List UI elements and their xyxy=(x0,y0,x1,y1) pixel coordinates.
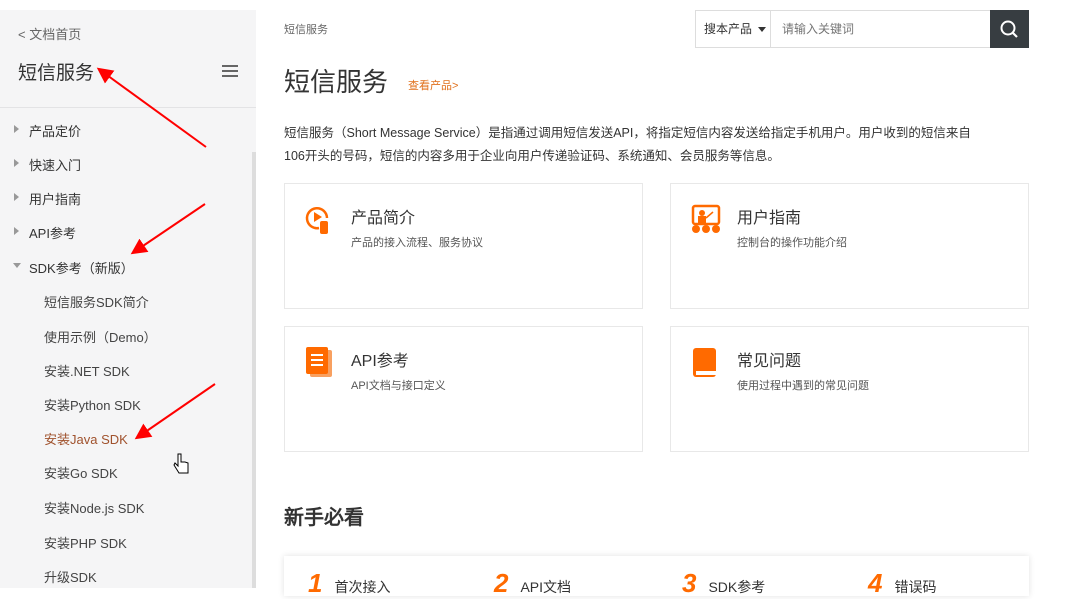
step-first-access[interactable]: 1 首次接入 xyxy=(308,568,390,599)
description-line: 短信服务（Short Message Service）是指通过调用短信发送API… xyxy=(284,126,971,140)
card-user-guide[interactable]: 用户指南 控制台的操作功能介绍 xyxy=(670,183,1029,309)
sidebar-subitem-php[interactable]: 安装PHP SDK xyxy=(44,533,127,552)
sidebar-scrollbar[interactable] xyxy=(252,152,256,588)
caret-right-icon xyxy=(14,193,19,201)
card-product-intro[interactable]: 产品简介 产品的接入流程、服务协议 xyxy=(284,183,643,309)
search-scope-select[interactable]: 搜本产品 xyxy=(696,11,771,47)
sidebar-item-label: SDK参考（新版） xyxy=(29,261,134,276)
chevron-down-icon xyxy=(758,27,767,33)
page-title: 短信服务 xyxy=(284,67,389,97)
sidebar-title: 短信服务 xyxy=(18,63,95,84)
card-faq[interactable]: 常见问题 使用过程中遇到的常见问题 xyxy=(670,326,1029,452)
sidebar-item-label: API参考 xyxy=(29,226,76,241)
search-input[interactable] xyxy=(772,11,990,47)
search-icon xyxy=(1000,20,1018,38)
card-title: API参考 xyxy=(351,353,409,370)
step-label: 首次接入 xyxy=(334,579,391,595)
sidebar-subitem-python[interactable]: 安装Python SDK xyxy=(44,395,141,414)
card-desc: 使用过程中遇到的常见问题 xyxy=(737,380,869,392)
card-title: 常见问题 xyxy=(737,353,802,370)
sidebar-subitem-java[interactable]: 安装Java SDK xyxy=(44,429,128,448)
step-label: SDK参考 xyxy=(708,579,766,595)
sidebar-item-label: 用户指南 xyxy=(29,192,82,207)
description-line: 106开头的号码，短信的内容多用于企业向用户传递验证码、系统通知、会员服务等信息… xyxy=(284,149,780,163)
caret-right-icon xyxy=(14,227,19,235)
sidebar: < 文档首页 短信服务 产品定价 快速入门 用户指南 API参考 SDK参考（新… xyxy=(0,10,256,588)
sidebar-subitem-dotnet[interactable]: 安装.NET SDK xyxy=(44,361,130,380)
view-product-link[interactable]: 查看产品> xyxy=(408,77,458,93)
menu-icon[interactable] xyxy=(222,65,238,77)
step-number: 2 xyxy=(494,568,509,598)
step-api-docs[interactable]: 2 API文档 xyxy=(494,568,571,599)
card-desc: 产品的接入流程、服务协议 xyxy=(351,237,483,249)
sidebar-subitem-demo[interactable]: 使用示例（Demo） xyxy=(44,327,157,346)
section-title: 新手必看 xyxy=(284,507,364,529)
step-error-codes[interactable]: 4 错误码 xyxy=(868,568,936,599)
caret-right-icon xyxy=(14,159,19,167)
card-title: 产品简介 xyxy=(351,210,416,227)
sidebar-item-label: 产品定价 xyxy=(29,124,82,139)
play-touch-icon xyxy=(305,206,329,234)
divider xyxy=(0,107,256,108)
card-title: 用户指南 xyxy=(737,210,802,227)
book-icon xyxy=(693,348,716,377)
getting-started-steps: 1 首次接入 2 API文档 3 SDK参考 4 错误码 xyxy=(284,556,1029,599)
card-api-reference[interactable]: API参考 API文档与接口定义 xyxy=(284,326,643,452)
caret-down-icon xyxy=(13,263,21,268)
presentation-icon xyxy=(691,204,721,233)
breadcrumb[interactable]: 短信服务 xyxy=(284,21,328,37)
step-label: 错误码 xyxy=(894,579,937,595)
sidebar-subitem-sdk-intro[interactable]: 短信服务SDK简介 xyxy=(44,292,149,311)
step-number: 1 xyxy=(308,568,323,598)
step-label: API文档 xyxy=(520,579,572,595)
search-bar: 搜本产品 xyxy=(695,10,1029,48)
search-scope-label: 搜本产品 xyxy=(704,22,753,36)
back-to-docs-link[interactable]: < 文档首页 xyxy=(18,24,81,43)
sidebar-subitem-nodejs[interactable]: 安装Node.js SDK xyxy=(44,498,144,517)
document-icon xyxy=(306,347,332,377)
caret-right-icon xyxy=(14,125,19,133)
card-desc: 控制台的操作功能介绍 xyxy=(737,237,847,249)
sidebar-subitem-upgrade[interactable]: 升级SDK xyxy=(44,567,97,586)
search-button[interactable] xyxy=(990,10,1029,48)
sidebar-subitem-go[interactable]: 安装Go SDK xyxy=(44,463,118,482)
card-desc: API文档与接口定义 xyxy=(351,380,446,392)
step-number: 3 xyxy=(682,568,697,598)
step-sdk-reference[interactable]: 3 SDK参考 xyxy=(682,568,765,599)
sidebar-item-label: 快速入门 xyxy=(29,158,82,173)
step-number: 4 xyxy=(868,568,883,598)
